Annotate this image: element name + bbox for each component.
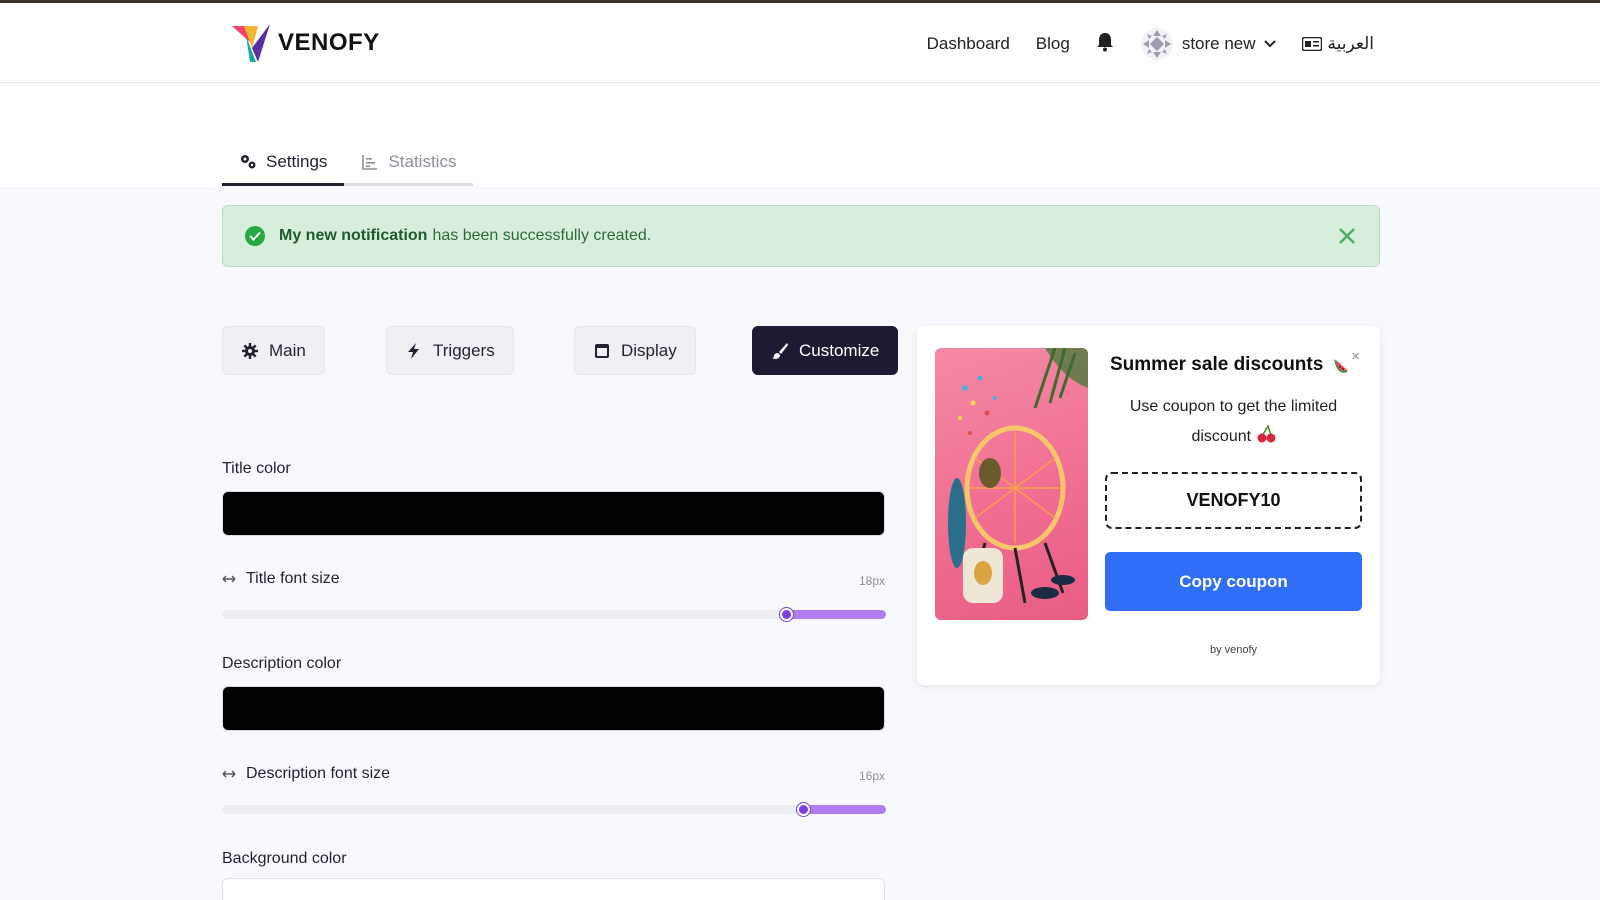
section-triggers-button[interactable]: Triggers [386, 326, 514, 375]
background-color-input[interactable] [222, 878, 885, 900]
check-circle-icon [245, 226, 265, 246]
tab-statistics[interactable]: Statistics [344, 140, 474, 186]
alert-notification-name: My new notification [279, 227, 428, 244]
cherries-icon [1257, 424, 1276, 443]
resize-horizontal-icon [222, 575, 236, 583]
nav-dashboard-link[interactable]: Dashboard [927, 34, 1010, 54]
description-font-size-label: Description font size [222, 765, 390, 783]
section-display-label: Display [621, 340, 677, 360]
store-avatar [1140, 28, 1173, 60]
nav-blog-link[interactable]: Blog [1036, 34, 1070, 54]
preview-footer: by venofy [1209, 644, 1258, 656]
close-icon[interactable] [1335, 224, 1359, 248]
brand-logo[interactable]: VENOFY [230, 21, 380, 65]
chair-photo-illustration [948, 348, 1088, 604]
section-main-button[interactable]: Main [222, 326, 325, 375]
notification-preview: × Summer sale discounts Use coupon to ge… [917, 326, 1380, 685]
description-font-size-slider[interactable] [222, 803, 886, 816]
title-color-input[interactable] [222, 491, 885, 536]
tab-statistics-label: Statistics [388, 151, 457, 171]
description-color-input[interactable] [222, 686, 885, 731]
watermelon-icon [1334, 359, 1349, 373]
preview-title-text: Summer sale discounts [1110, 354, 1324, 375]
brush-icon [772, 342, 788, 359]
title-font-size-handle[interactable] [780, 608, 793, 621]
gears-icon [241, 154, 256, 168]
alert-message: has been successfully created. [432, 227, 652, 244]
title-font-size-label: Title font size [222, 570, 340, 588]
language-label: العربية [1327, 34, 1374, 53]
gear-icon [242, 342, 258, 359]
background-color-label: Background color [222, 850, 347, 867]
app-header: VENOFY Dashboard Blog store new العربية [0, 3, 1600, 83]
section-triggers-label: Triggers [433, 340, 495, 360]
title-font-size-fill [786, 610, 886, 619]
window-icon [595, 343, 609, 358]
preview-title: Summer sale discounts [1110, 354, 1358, 376]
chevron-down-icon [1263, 40, 1276, 48]
copy-coupon-button[interactable]: Copy coupon [1105, 552, 1362, 611]
store-name: store new [1181, 34, 1256, 53]
preview-image [935, 348, 1088, 620]
store-switcher[interactable]: store new [1140, 27, 1276, 61]
success-alert: My new notification has been successfull… [222, 205, 1380, 267]
resize-horizontal-icon [222, 770, 236, 778]
language-icon [1301, 37, 1322, 51]
bell-icon-svg [1096, 32, 1113, 51]
bar-chart-icon [362, 154, 378, 170]
language-switcher[interactable]: العربية [1301, 34, 1374, 54]
preview-description-text: Use coupon to get the limited discount [1129, 398, 1338, 445]
description-font-size-fill [803, 805, 886, 814]
section-main-label: Main [269, 340, 306, 360]
section-display-button[interactable]: Display [574, 326, 696, 375]
bell-icon[interactable] [1096, 32, 1114, 57]
section-customize-button[interactable]: Customize [752, 326, 899, 375]
description-font-size-text: Description font size [246, 765, 391, 782]
description-font-size-value: 16px [858, 769, 885, 783]
page-tabs: Settings Statistics [222, 140, 474, 186]
preview-description: Use coupon to get the limited discount [1105, 392, 1362, 452]
top-nav: Dashboard Blog store new العربية [927, 27, 1374, 61]
title-font-size-slider[interactable] [222, 608, 886, 621]
venofy-logo-icon [232, 24, 270, 62]
bolt-icon [408, 342, 419, 359]
title-font-size-value: 18px [858, 574, 885, 588]
description-font-size-handle[interactable] [797, 803, 810, 816]
tab-settings[interactable]: Settings [222, 140, 345, 186]
tab-settings-label: Settings [266, 151, 328, 171]
section-customize-label: Customize [799, 340, 880, 360]
preview-coupon-code: VENOFY10 [1105, 472, 1362, 529]
title-font-size-text: Title font size [246, 570, 340, 587]
brand-name: VENOFY [278, 29, 380, 56]
description-color-label: Description color [222, 655, 342, 672]
title-color-label: Title color [222, 460, 291, 477]
